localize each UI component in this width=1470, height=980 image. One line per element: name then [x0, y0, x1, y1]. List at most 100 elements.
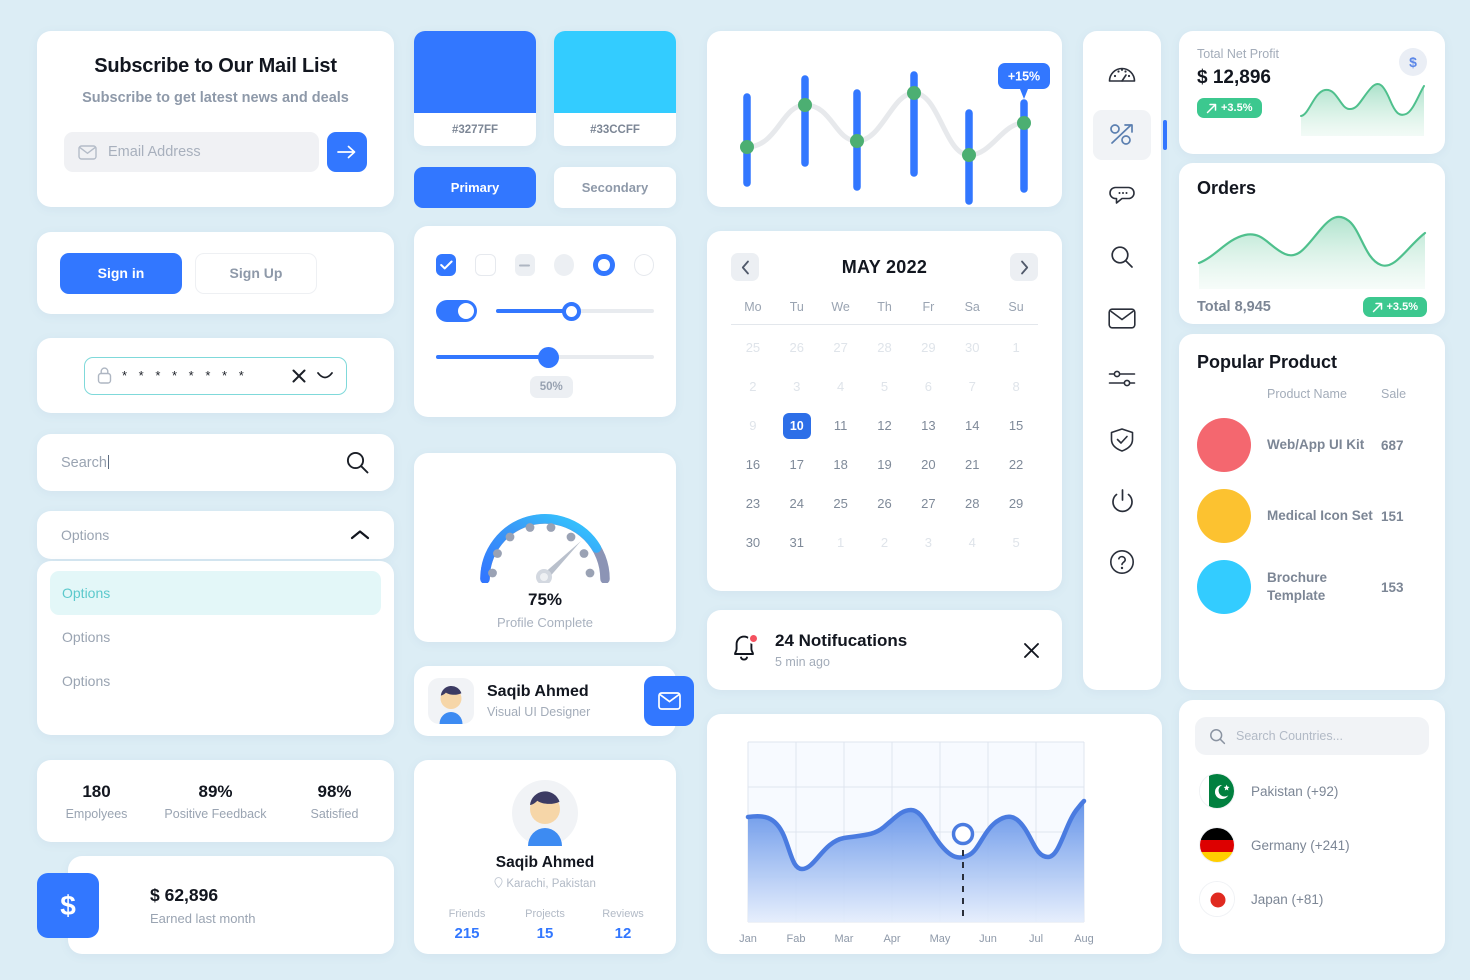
- slider-handle[interactable]: [562, 301, 581, 321]
- secondary-button[interactable]: Secondary: [554, 167, 676, 208]
- calendar-day[interactable]: 23: [731, 484, 775, 523]
- calendar-day[interactable]: 27: [819, 328, 863, 367]
- radio-selected[interactable]: [593, 254, 615, 276]
- calendar-day[interactable]: 24: [775, 484, 819, 523]
- calendar-day[interactable]: 2: [731, 367, 775, 406]
- calendar-day[interactable]: 31: [775, 523, 819, 562]
- country-search-input[interactable]: Search Countries...: [1195, 717, 1429, 755]
- calendar-day-number: 23: [745, 496, 761, 511]
- calendar-day[interactable]: 19: [863, 445, 907, 484]
- calendar-day[interactable]: 16: [731, 445, 775, 484]
- calendar-day[interactable]: 12: [863, 406, 907, 445]
- toggle-switch[interactable]: [436, 300, 477, 322]
- calendar-day-number: 12: [877, 418, 892, 433]
- list-item[interactable]: Options: [50, 615, 381, 659]
- calendar-day[interactable]: 25: [819, 484, 863, 523]
- calendar-day[interactable]: 20: [906, 445, 950, 484]
- sign-up-button[interactable]: Sign Up: [195, 252, 317, 294]
- list-item[interactable]: Germany (+241): [1195, 827, 1429, 863]
- calendar-day[interactable]: 22: [994, 445, 1038, 484]
- sign-in-button[interactable]: Sign in: [60, 252, 182, 294]
- checkbox-unchecked[interactable]: [475, 254, 496, 276]
- calendar-day[interactable]: 15: [994, 406, 1038, 445]
- slider-hollow[interactable]: [496, 300, 654, 322]
- calendar-day[interactable]: 9: [731, 406, 775, 445]
- checkbox-checked[interactable]: [436, 254, 457, 276]
- sidebar-item-settings[interactable]: [1093, 354, 1151, 404]
- calendar-day[interactable]: 30: [950, 328, 994, 367]
- color-swatch-primary[interactable]: #3277FF: [414, 31, 536, 146]
- calendar-day[interactable]: 2: [863, 523, 907, 562]
- slider-solid[interactable]: [436, 346, 654, 368]
- calendar-next-button[interactable]: [1010, 253, 1038, 281]
- table-row[interactable]: Web/App UI Kit 687: [1197, 418, 1427, 472]
- calendar-day[interactable]: 11: [819, 406, 863, 445]
- product-name: Web/App UI Kit: [1267, 436, 1365, 452]
- calendar-day[interactable]: 30: [731, 523, 775, 562]
- orders-area-chart: [1197, 215, 1427, 289]
- x-axis-ticks: Jan Fab Mar Apr May Jun Jul Aug: [739, 933, 1094, 945]
- calendar-day[interactable]: 7: [950, 367, 994, 406]
- table-row[interactable]: Brochure Template 153: [1197, 560, 1427, 614]
- list-item[interactable]: Options: [50, 571, 381, 615]
- calendar-day-selected[interactable]: 10: [775, 406, 819, 445]
- primary-button[interactable]: Primary: [414, 167, 536, 208]
- calendar-day[interactable]: 4: [819, 367, 863, 406]
- radio-disabled[interactable]: [554, 254, 575, 276]
- calendar-day[interactable]: 6: [906, 367, 950, 406]
- table-row[interactable]: Medical Icon Set 151: [1197, 489, 1427, 543]
- notification-time: 5 min ago: [775, 655, 830, 669]
- list-item[interactable]: Pakistan (+92): [1195, 773, 1429, 809]
- calendar-day[interactable]: 17: [775, 445, 819, 484]
- calendar-day[interactable]: 25: [731, 328, 775, 367]
- calendar-day[interactable]: 28: [863, 328, 907, 367]
- list-item[interactable]: Japan (+81): [1195, 881, 1429, 917]
- calendar-day[interactable]: 29: [994, 484, 1038, 523]
- calendar-day[interactable]: 27: [906, 484, 950, 523]
- calendar-day[interactable]: 13: [906, 406, 950, 445]
- eye-icon[interactable]: [316, 371, 334, 381]
- dropdown-toggle[interactable]: Options: [37, 511, 394, 559]
- net-profit-sparkline: [1300, 83, 1425, 136]
- calendar-day[interactable]: 5: [863, 367, 907, 406]
- calendar-day[interactable]: 8: [994, 367, 1038, 406]
- color-swatch-secondary[interactable]: #33CCFF: [554, 31, 676, 146]
- sidebar-item-chat[interactable]: [1093, 171, 1151, 221]
- calendar-day[interactable]: 1: [994, 328, 1038, 367]
- calendar-day[interactable]: 3: [906, 523, 950, 562]
- email-field[interactable]: Email Address: [64, 132, 319, 172]
- calendar-day[interactable]: 4: [950, 523, 994, 562]
- calendar-day[interactable]: 29: [906, 328, 950, 367]
- calendar-day[interactable]: 3: [775, 367, 819, 406]
- radio-unselected[interactable]: [633, 254, 654, 276]
- send-mail-button[interactable]: [644, 676, 694, 726]
- sidebar-item-mail[interactable]: [1093, 293, 1151, 343]
- sidebar-item-logout[interactable]: [1093, 476, 1151, 526]
- calendar-day[interactable]: 14: [950, 406, 994, 445]
- subscribe-submit-button[interactable]: [327, 132, 367, 172]
- calendar-day[interactable]: 18: [819, 445, 863, 484]
- calendar-day[interactable]: 26: [775, 328, 819, 367]
- calendar-day[interactable]: 21: [950, 445, 994, 484]
- sidebar-item-security[interactable]: [1093, 415, 1151, 465]
- checkbox-indeterminate[interactable]: [514, 254, 536, 276]
- search-input[interactable]: Search: [61, 454, 345, 471]
- sidebar-item-dashboard[interactable]: [1093, 49, 1151, 99]
- close-icon[interactable]: [1023, 642, 1040, 659]
- calendar-day[interactable]: 5: [994, 523, 1038, 562]
- stat-label: Reviews: [602, 908, 644, 920]
- trend-up-icon: [1206, 103, 1217, 113]
- sidebar-item-analytics[interactable]: [1093, 110, 1167, 160]
- x-tick: Jul: [1029, 933, 1043, 945]
- search-icon[interactable]: [345, 450, 370, 475]
- calendar-day[interactable]: 26: [863, 484, 907, 523]
- list-item[interactable]: Options: [50, 659, 381, 703]
- close-icon[interactable]: [292, 369, 306, 383]
- calendar-prev-button[interactable]: [731, 253, 759, 281]
- slider-handle[interactable]: [538, 346, 560, 368]
- sidebar-item-search[interactable]: [1093, 232, 1151, 282]
- calendar-day[interactable]: 1: [819, 523, 863, 562]
- calendar-day[interactable]: 28: [950, 484, 994, 523]
- password-field[interactable]: * * * * * * * *: [84, 356, 347, 395]
- sidebar-item-help[interactable]: [1093, 537, 1151, 587]
